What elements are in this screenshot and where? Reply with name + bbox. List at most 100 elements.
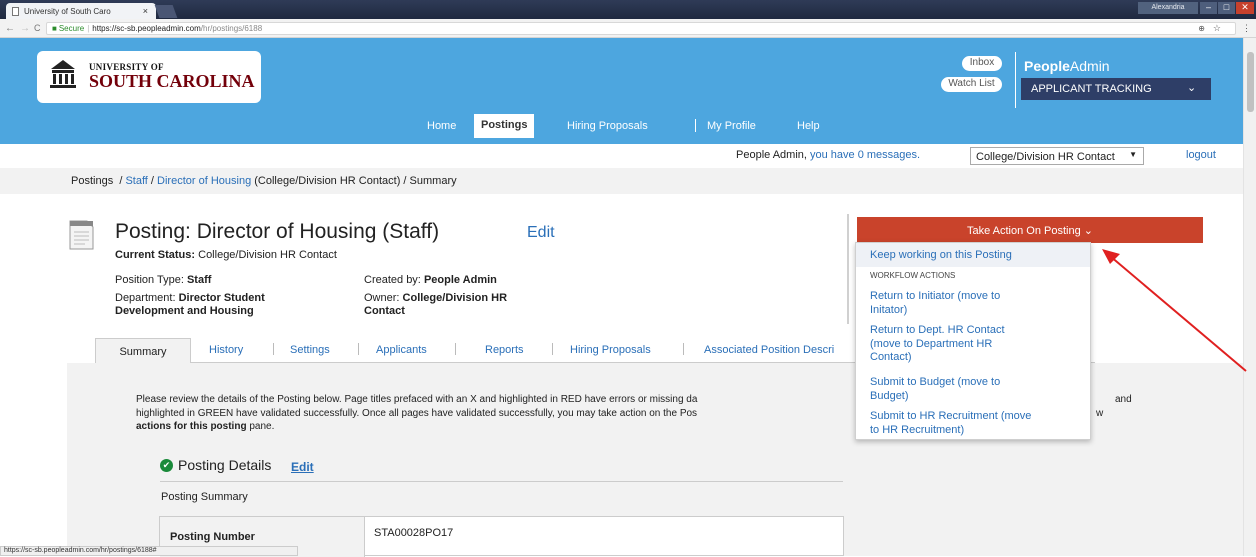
item-line: Budget) [870, 389, 909, 402]
inbox-button[interactable]: Inbox [962, 56, 1002, 71]
bookmark-star-icon[interactable]: ☆ [1213, 23, 1221, 34]
watch-list-button[interactable]: Watch List [941, 77, 1002, 92]
message-text: People Admin, you have 0 messages. [736, 149, 920, 161]
status-label: Current Status: [115, 249, 196, 261]
close-window-button[interactable]: ✕ [1236, 2, 1254, 14]
address-bar[interactable]: ■ Secure | https://sc-sb.peopleadmin.com/hr… [46, 22, 1236, 35]
secure-label: Secure [58, 24, 85, 33]
breadcrumb: Postings / Staff / Director of Housing (… [0, 168, 1243, 194]
take-action-label: Take Action On Posting [966, 225, 1081, 237]
select-arrow-icon: ▼ [1129, 150, 1137, 159]
posting-number-value: STA00028PO17 [374, 527, 454, 539]
intro-line3: actions for this posting [136, 421, 247, 432]
keep-working-item[interactable]: Keep working on this Posting [856, 243, 1090, 267]
messages-link[interactable]: you have 0 messages. [810, 149, 920, 161]
item-line: Contact) [870, 351, 912, 363]
take-action-button[interactable]: Take Action On Posting ⌄ [857, 217, 1203, 243]
tab-divider [273, 343, 274, 355]
department-value-1: Director Student [178, 292, 265, 304]
sidebar-divider [847, 214, 849, 324]
created-by: Created by: People Admin [364, 274, 497, 287]
action-dropdown-menu: Keep working on this Posting WORKFLOW AC… [855, 242, 1091, 440]
current-status: Current Status: College/Division HR Cont… [115, 249, 337, 261]
tab-divider [455, 343, 456, 355]
role-select[interactable]: College/Division HR Contact ▼ [970, 147, 1144, 165]
message-bar: People Admin, you have 0 messages. Colle… [0, 144, 1243, 168]
intro-line2-end: w [1096, 407, 1104, 419]
browser-menu-icon[interactable]: ⋮ [1242, 23, 1251, 34]
edit-details-link[interactable]: Edit [291, 460, 314, 474]
intro-line1: Please review the details of the Posting… [136, 394, 698, 405]
department: Department: Director Student Development … [115, 292, 265, 318]
nav-help[interactable]: Help [797, 120, 820, 132]
created-by-value: People Admin [423, 274, 497, 286]
crumb-posting[interactable]: Director of Housing [157, 175, 251, 187]
nav-separator [695, 119, 696, 132]
tab-divider [683, 343, 684, 355]
return-to-initiator-item[interactable]: Return to Initiator (move to Initator) [870, 290, 1000, 317]
nav-my-profile[interactable]: My Profile [707, 120, 756, 132]
tab-divider [358, 343, 359, 355]
position-type: Position Type: Staff [115, 274, 211, 287]
browser-tab[interactable]: University of South Caro × [6, 3, 156, 19]
maximize-button[interactable]: □ [1218, 2, 1235, 14]
header-divider [1015, 52, 1016, 108]
submit-to-budget-item[interactable]: Submit to Budget (move to Budget) [870, 376, 1000, 403]
status-bar-url: https://sc-sb.peopleadmin.com/hr/posting… [0, 546, 298, 556]
workflow-actions-header: WORKFLOW ACTIONS [870, 271, 956, 280]
owner-value-1: College/Division HR [402, 292, 508, 304]
item-line: Submit to HR Recruitment (move [870, 410, 1032, 422]
owner-value-2: Contact [364, 305, 405, 317]
position-type-label: Position Type: [115, 274, 184, 286]
nav-postings[interactable]: Postings [474, 114, 535, 138]
intro-line3-rest: pane. [249, 421, 275, 432]
profile-chip[interactable]: Alexandria [1138, 2, 1198, 14]
tab-associated-position[interactable]: Associated Position Descri [704, 344, 834, 356]
tab-summary[interactable]: Summary [95, 338, 191, 363]
document-icon [69, 220, 94, 250]
browser-titlebar: University of South Caro × Alexandria – … [0, 0, 1256, 19]
module-selector[interactable]: APPLICANT TRACKING ⌄ [1021, 78, 1211, 100]
submit-to-hr-recruitment-item[interactable]: Submit to HR Recruitment (move to HR Recr… [870, 410, 1031, 437]
crumb-staff[interactable]: Staff [125, 175, 147, 187]
brand-admin: Admin [1069, 58, 1110, 74]
chevron-down-icon: ⌄ [1187, 82, 1197, 94]
status-value: College/Division HR Contact [198, 249, 337, 261]
department-value-2: Development and Housing [115, 305, 254, 317]
scrollbar-thumb[interactable] [1247, 52, 1254, 112]
posting-details-heading: Posting Details [178, 457, 272, 473]
tab-settings[interactable]: Settings [290, 344, 330, 356]
nav-hiring-proposals[interactable]: Hiring Proposals [567, 120, 648, 132]
site-banner: UNIVERSITY OF SOUTH CAROLINA Inbox Watch… [0, 38, 1243, 144]
annotation-arrow-icon [1102, 249, 1247, 372]
forward-icon[interactable]: → [20, 23, 30, 34]
role-value: College/Division HR Contact [976, 151, 1115, 163]
tab-reports[interactable]: Reports [485, 344, 524, 356]
tab-hiring-proposals[interactable]: Hiring Proposals [570, 344, 651, 356]
return-to-dept-hr-item[interactable]: Return to Dept. HR Contact (move to Depar… [870, 324, 1005, 365]
minimize-button[interactable]: – [1200, 2, 1217, 14]
university-logo[interactable]: UNIVERSITY OF SOUTH CAROLINA [37, 51, 261, 103]
section-divider [160, 481, 843, 482]
logout-link[interactable]: logout [1186, 149, 1216, 161]
zoom-icon[interactable]: ⊕ [1198, 24, 1205, 33]
department-label: Department: [115, 292, 176, 304]
reload-icon[interactable]: C [34, 23, 41, 33]
page-title: Posting: Director of Housing (Staff) [115, 220, 440, 243]
edit-posting-link[interactable]: Edit [527, 224, 555, 242]
tab-history[interactable]: History [209, 344, 243, 356]
created-by-label: Created by: [364, 274, 421, 286]
crumb-postings: Postings [71, 175, 114, 187]
module-label: APPLICANT TRACKING [1031, 83, 1152, 95]
tab-applicants[interactable]: Applicants [376, 344, 427, 356]
item-line: Return to Dept. HR Contact [870, 324, 1005, 336]
logo-line2: SOUTH CAROLINA [89, 71, 255, 91]
back-icon[interactable]: ← [5, 23, 15, 34]
new-tab-button[interactable] [154, 5, 178, 18]
nav-home[interactable]: Home [427, 120, 456, 132]
tab-close-icon[interactable]: × [143, 6, 148, 16]
tab-divider [552, 343, 553, 355]
chevron-down-icon: ⌄ [1083, 225, 1093, 237]
position-type-value: Staff [186, 274, 212, 286]
posting-summary-label: Posting Summary [161, 491, 248, 503]
